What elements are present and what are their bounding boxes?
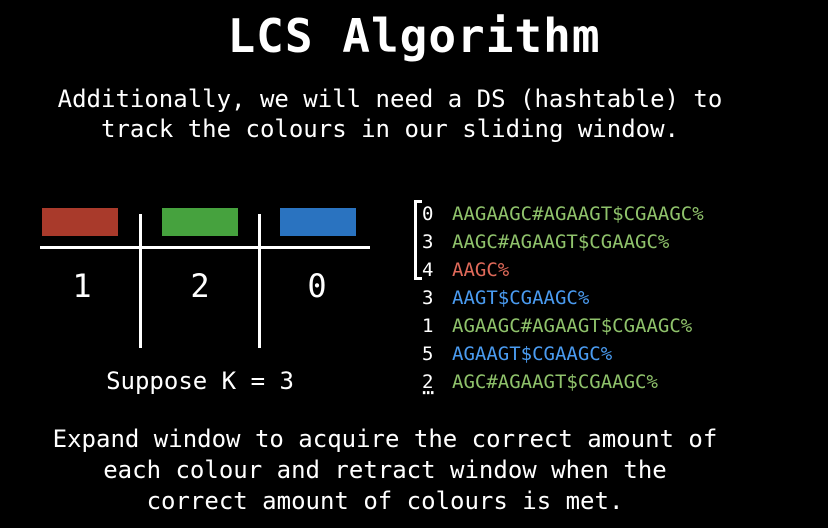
suffix-index: 3 [422, 287, 434, 309]
slide-title: LCS Algorithm [227, 9, 601, 63]
blue-colour-swatch [280, 208, 356, 236]
red-colour-swatch [42, 208, 118, 236]
suppose-k-text: Suppose K = 3 [106, 367, 294, 395]
list-item: 1 AGAAGC#AGAAGT$CGAAGC% [422, 312, 704, 340]
suffix-index: 5 [422, 343, 434, 365]
suffix-index: 3 [422, 231, 434, 253]
suffix-text: AAGC#AGAAGT$CGAAGC% [452, 231, 670, 253]
list-item: 0 AAGAAGC#AGAAGT$CGAAGC% [422, 200, 704, 228]
list-item: 3 AAGC#AGAAGT$CGAAGC% [422, 228, 704, 256]
more-suffixes-ellipsis: ⋯ [422, 380, 435, 404]
suffix-text: AAGC% [452, 259, 510, 281]
list-item: 4 AAGC% [422, 256, 704, 284]
list-item: 5 AGAAGT$CGAAGC% [422, 340, 704, 368]
sliding-window-bracket [414, 200, 422, 280]
green-count: 2 [190, 267, 210, 305]
green-colour-swatch [162, 208, 238, 236]
intro-text: Additionally, we will need a DS (hashtab… [57, 85, 723, 143]
suffix-text: AGC#AGAAGT$CGAAGC% [452, 371, 658, 393]
suffix-text: AAGT$CGAAGC% [452, 287, 590, 309]
outro-text: Expand window to acquire the correct amo… [52, 425, 718, 515]
suffix-index: 1 [422, 315, 434, 337]
table-vertical-divider-2 [258, 214, 261, 348]
suffix-text: AAGAAGC#AGAAGT$CGAAGC% [452, 203, 704, 225]
suffix-index: 0 [422, 203, 434, 225]
suffix-text: AGAAGC#AGAAGT$CGAAGC% [452, 315, 693, 337]
red-count: 1 [72, 267, 92, 305]
list-item: 3 AAGT$CGAAGC% [422, 284, 704, 312]
table-vertical-divider-1 [139, 214, 142, 348]
list-item: 2 AGC#AGAAGT$CGAAGC% [422, 368, 704, 396]
suffix-index: 4 [422, 259, 434, 281]
table-horizontal-divider [40, 246, 370, 249]
suffix-text: AGAAGT$CGAAGC% [452, 343, 613, 365]
blue-count: 0 [307, 267, 327, 305]
suffix-list: 0 AAGAAGC#AGAAGT$CGAAGC% 3 AAGC#AGAAGT$CGA… [422, 200, 704, 396]
